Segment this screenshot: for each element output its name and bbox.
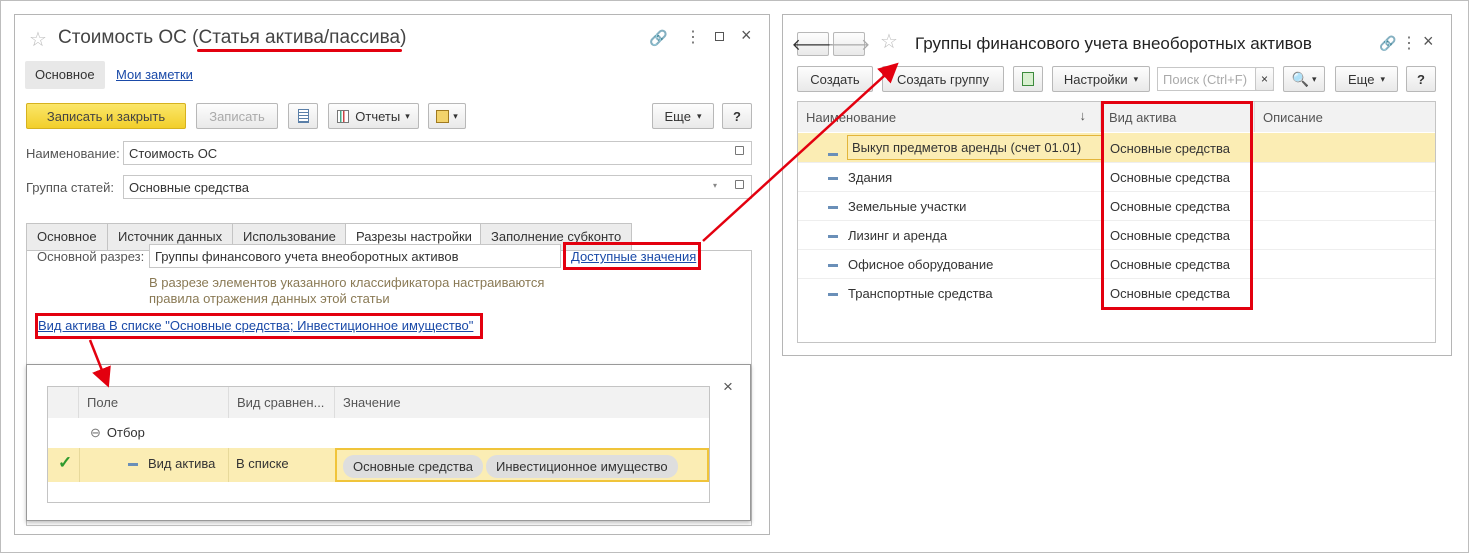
dropdown-icon[interactable]: ▾: [713, 181, 717, 190]
col-description-header[interactable]: Описание: [1255, 102, 1435, 132]
field-value: Вид актива: [128, 456, 215, 471]
settings-button[interactable]: Настройки ▾: [1052, 66, 1150, 92]
group-row[interactable]: ⊖ Отбор: [90, 425, 145, 441]
copy-button[interactable]: [1013, 66, 1043, 92]
value-chip[interactable]: Инвестиционное имущество: [486, 455, 678, 478]
table-row[interactable]: ✓ Вид актива В списке Основные средства И…: [48, 448, 709, 482]
back-button[interactable]: 🡐: [792, 32, 834, 56]
value-chip[interactable]: Основные средства: [343, 455, 483, 478]
check-icon[interactable]: ✓: [58, 453, 72, 473]
report-icon: [337, 109, 350, 123]
help-button[interactable]: ?: [722, 103, 752, 129]
print-menu-button[interactable]: ▾: [428, 103, 466, 129]
groups-table: Наименование ↓ Вид актива Описание Выкуп …: [797, 101, 1436, 343]
forward-button[interactable]: 🡒: [828, 32, 870, 56]
hint-line-2: правила отражения данных этой статьи: [149, 291, 390, 306]
star-icon[interactable]: ☆: [29, 27, 47, 52]
col-value-header[interactable]: Значение: [335, 387, 709, 418]
name-label: Наименование:: [26, 146, 120, 161]
row-name: Транспортные средства: [828, 286, 993, 301]
link-icon[interactable]: 🔗: [1379, 35, 1396, 52]
save-button[interactable]: Записать: [196, 103, 278, 129]
search-button[interactable]: 🔍 ▾: [1283, 66, 1325, 92]
clear-search-button[interactable]: ×: [1255, 67, 1274, 91]
window-title: Стоимость ОС (Статья актива/пассива): [58, 27, 406, 52]
document-list-button[interactable]: [288, 103, 318, 129]
col-check-header: [48, 387, 79, 418]
nav-tab-notes[interactable]: Мои заметки: [116, 67, 193, 82]
nav-tab-main[interactable]: Основное: [25, 61, 105, 89]
row-name-cell[interactable]: Выкуп предметов аренды (счет 01.01): [847, 135, 1102, 160]
more-vert-icon[interactable]: ⋮: [1401, 33, 1417, 53]
highlight-available-values: [563, 242, 701, 270]
more-button[interactable]: Еще ▾: [652, 103, 714, 129]
highlight-filter-link: [35, 313, 483, 339]
group-field[interactable]: Основные средства: [123, 175, 752, 199]
filter-popup: × Поле Вид сравнен... Значение ⊖ Отбор ✓ …: [26, 364, 751, 521]
link-icon[interactable]: 🔗: [649, 29, 668, 47]
col-field-header[interactable]: Поле: [79, 387, 229, 418]
sort-icon[interactable]: ↓: [1080, 108, 1087, 123]
copy-icon: [1022, 72, 1034, 86]
title-highlight: Статья актива/пассива: [196, 27, 403, 52]
reports-button[interactable]: Отчеты ▾: [328, 103, 419, 129]
create-button[interactable]: Создать: [797, 66, 873, 92]
row-name: Здания: [828, 170, 892, 185]
row-name: Офисное оборудование: [828, 257, 993, 272]
row-name: Земельные участки: [828, 199, 966, 214]
row-name: Лизинг и аренда: [828, 228, 947, 243]
more-vert-icon[interactable]: ⋮: [685, 27, 701, 47]
value-field[interactable]: Основные средства Инвестиционное имуществ…: [335, 448, 709, 482]
open-icon[interactable]: [735, 146, 744, 155]
comparison-value: В списке: [236, 456, 289, 471]
search-icon: 🔍: [1291, 70, 1309, 87]
close-icon[interactable]: ×: [741, 25, 752, 46]
star-icon[interactable]: ☆: [880, 29, 898, 54]
highlight-kind-column: [1101, 101, 1253, 310]
hint-line-1: В разрезе элементов указанного классифик…: [149, 275, 545, 290]
print-icon: [436, 109, 450, 123]
filter-table: Поле Вид сравнен... Значение ⊖ Отбор ✓ Ви…: [47, 386, 710, 503]
right-window: 🡐 🡒 ☆ Группы финансового учета внеоборот…: [782, 14, 1452, 356]
create-group-button[interactable]: Создать группу: [882, 66, 1004, 92]
group-label: Группа статей:: [26, 180, 114, 195]
main-section-field[interactable]: Группы финансового учета внеоборотных ак…: [149, 244, 561, 268]
help-button[interactable]: ?: [1406, 66, 1436, 92]
col-comparison-header[interactable]: Вид сравнен...: [229, 387, 335, 418]
save-close-button[interactable]: Записать и закрыть: [26, 103, 186, 129]
close-icon[interactable]: ×: [1423, 31, 1434, 52]
tab-main[interactable]: Основное: [26, 223, 108, 250]
name-field[interactable]: Стоимость ОС: [123, 141, 752, 165]
document-list-icon: [297, 109, 309, 123]
window-title: Группы финансового учета внеоборотных ак…: [915, 34, 1312, 53]
collapse-icon[interactable]: ⊖: [90, 425, 101, 440]
main-section-label: Основной разрез:: [37, 249, 145, 264]
open-icon[interactable]: [735, 180, 744, 189]
maximize-icon[interactable]: [715, 32, 724, 41]
col-name-header[interactable]: Наименование ↓: [798, 102, 1101, 132]
more-button[interactable]: Еще ▾: [1335, 66, 1398, 92]
close-icon[interactable]: ×: [723, 377, 733, 397]
